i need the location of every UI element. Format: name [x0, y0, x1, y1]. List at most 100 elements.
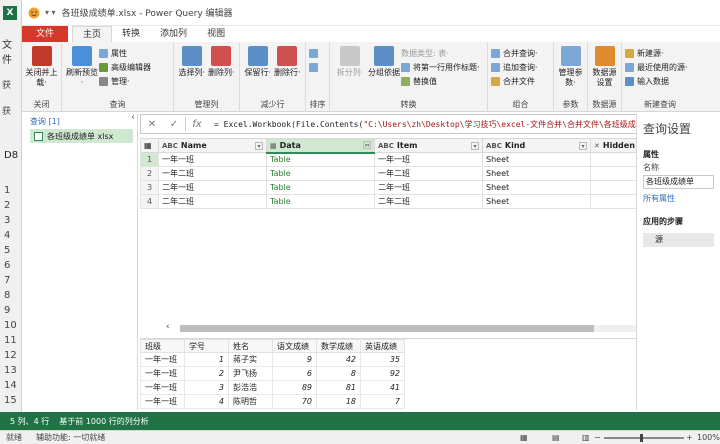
properties-section[interactable]: 属性 — [637, 145, 720, 162]
column-header[interactable]: ABC Item ▾ — [374, 138, 483, 153]
merge-queries-button[interactable]: 合并查询· — [491, 46, 542, 60]
filter-dropdown-icon[interactable]: ▾ — [471, 141, 479, 150]
cell[interactable]: 二年一班 — [374, 180, 483, 195]
select-all-corner[interactable]: ▦ — [140, 138, 159, 153]
query-name-input[interactable]: 各班级成绩单 — [643, 175, 714, 189]
query-item[interactable]: 各班级成绩单 xlsx — [30, 129, 133, 143]
tab-add-column[interactable]: 添加列 — [150, 26, 197, 42]
header-row-icon — [401, 62, 410, 72]
tab-view[interactable]: 视图 — [197, 26, 235, 42]
table-row[interactable]: 2 一年二班 Table 一年二班 Sheet — [140, 166, 661, 181]
expand-column-icon[interactable]: ⇔ — [363, 141, 371, 150]
all-properties-link[interactable]: 所有属性 — [637, 189, 720, 208]
sort-descending-button[interactable] — [309, 60, 325, 74]
fx-icon[interactable]: fx — [186, 119, 208, 130]
new-source-button[interactable]: 新建源· — [625, 46, 692, 60]
cell[interactable]: 二年二班 — [374, 194, 483, 209]
filter-dropdown-icon[interactable]: ▾ — [579, 141, 587, 150]
cell[interactable]: 一年一班 — [158, 152, 267, 167]
preview-cell: 彭浩浩 — [228, 380, 273, 395]
cell[interactable]: 一年二班 — [158, 166, 267, 181]
keep-rows-button[interactable]: 保留行· — [243, 44, 273, 100]
cell[interactable]: 二年二班 — [158, 194, 267, 209]
column-header[interactable]: ABC Name ▾ — [158, 138, 267, 153]
parameters-icon — [560, 46, 581, 66]
zoom-level[interactable]: 100% — [697, 433, 720, 442]
horizontal-scrollbar[interactable]: ‹ › — [166, 322, 656, 334]
choose-columns-button[interactable]: 选择列· — [177, 44, 207, 100]
refresh-preview-button[interactable]: 刷新预览· — [65, 44, 99, 100]
group-by-icon — [374, 46, 394, 66]
excel-row-number: 10 — [4, 320, 17, 331]
tab-file[interactable]: 文件 — [22, 26, 69, 42]
page-layout-icon[interactable]: ▤ — [552, 433, 560, 442]
table-link[interactable]: Table — [266, 194, 375, 209]
properties-button[interactable]: 属性 — [99, 46, 155, 60]
sort-ascending-button[interactable] — [309, 46, 325, 60]
enter-data-button[interactable]: 输入数据 — [625, 74, 692, 88]
zoom-slider-thumb[interactable] — [640, 434, 643, 442]
append-queries-button[interactable]: 追加查询· — [491, 60, 542, 74]
recent-sources-button[interactable]: 最近使用的源· — [625, 60, 692, 74]
status-profile[interactable]: 基于前 1000 行的列分析 — [49, 416, 148, 427]
filter-dropdown-icon[interactable]: ▾ — [255, 141, 263, 150]
preview-cell: 一年一班 — [140, 394, 185, 409]
manage-parameters-button[interactable]: 管理参数· — [557, 44, 584, 100]
formula-input[interactable]: = Excel.Workbook(File.Contents("C:\Users… — [208, 119, 641, 130]
zoom-out-icon[interactable]: − — [594, 433, 601, 442]
table-row[interactable]: 1 一年一班 Table 一年一班 Sheet — [140, 152, 661, 167]
preview-row: 一年一班 3 彭浩浩 89 81 41 — [140, 380, 405, 395]
keep-rows-icon — [247, 46, 268, 66]
excel-cell-ref: D8 — [4, 150, 19, 161]
tab-home[interactable]: 主页 — [72, 26, 113, 42]
table-link[interactable]: Table — [266, 152, 375, 167]
combine-files-icon — [491, 76, 500, 86]
smiley-icon[interactable] — [28, 7, 40, 19]
group-label: 减少行 — [260, 100, 285, 109]
data-source-settings-button[interactable]: 数据源设置 — [591, 44, 618, 100]
replace-values-button[interactable]: 替换值 — [401, 74, 484, 88]
tab-transform[interactable]: 转换 — [112, 26, 150, 42]
cell[interactable]: Sheet — [482, 166, 591, 181]
applied-steps-section[interactable]: 应用的步骤 — [637, 208, 720, 229]
confirm-icon[interactable]: ✓ — [163, 119, 185, 130]
remove-rows-button[interactable]: 删除行· — [273, 44, 303, 100]
group-by-button[interactable]: 分组依据 — [367, 44, 401, 100]
advanced-editor-button[interactable]: 高级编辑器 — [99, 60, 155, 74]
split-column-button[interactable]: 拆分列· — [333, 44, 367, 100]
preview-row: 一年一班 4 陈明哲 70 18 7 — [140, 394, 405, 409]
table-row[interactable]: 3 二年一班 Table 二年一班 Sheet — [140, 180, 661, 195]
table-link[interactable]: Table — [266, 166, 375, 181]
zoom-slider[interactable] — [604, 437, 684, 439]
page-break-icon[interactable]: ▥ — [582, 433, 590, 442]
zoom-in-icon[interactable]: + — [686, 433, 693, 442]
cell[interactable]: Sheet — [482, 194, 591, 209]
normal-view-icon[interactable]: ▦ — [520, 433, 528, 442]
cell[interactable]: 一年一班 — [374, 152, 483, 167]
table-link[interactable]: Table — [266, 180, 375, 195]
excel-file-tab[interactable]: 文件 — [2, 36, 21, 66]
manage-button[interactable]: 管理· — [99, 74, 155, 88]
remove-columns-button[interactable]: 删除列· — [207, 44, 237, 100]
text-type-icon: ABC — [162, 142, 178, 150]
column-header[interactable]: ABC Kind ▾ — [482, 138, 591, 153]
cancel-icon[interactable]: ✕ — [141, 119, 163, 130]
close-and-load-button[interactable]: 关闭并上载· — [25, 44, 58, 100]
column-header[interactable]: ▦ Data ⇔ — [266, 138, 375, 154]
cell[interactable]: Sheet — [482, 180, 591, 195]
collapse-pane-icon[interactable]: ‹ — [131, 112, 135, 123]
data-grid: ▦ ABC Name ▾ ▦ Data ⇔ ABC Item ▾ ABC Kind ▾ ✕ Hid… — [140, 138, 680, 336]
cell[interactable]: 二年一班 — [158, 180, 267, 195]
accessibility-status[interactable]: 辅助功能: 一切就绪 — [22, 432, 105, 443]
combine-files-button[interactable]: 合并文件 — [491, 74, 542, 88]
scroll-left-icon[interactable]: ‹ — [166, 322, 170, 332]
cell[interactable]: 一年二班 — [374, 166, 483, 181]
applied-step-item[interactable]: 源 — [643, 233, 714, 247]
choose-columns-icon — [181, 46, 202, 66]
table-row[interactable]: 4 二年二班 Table 二年二班 Sheet — [140, 194, 661, 209]
scroll-thumb[interactable] — [180, 325, 594, 332]
use-first-row-button[interactable]: 将第一行用作标题· — [401, 60, 484, 74]
qat-dropdown-icon[interactable]: ▾ ▾ — [45, 8, 56, 17]
cell[interactable]: Sheet — [482, 152, 591, 167]
data-type-dropdown[interactable]: 数据类型: 表· — [401, 46, 484, 60]
